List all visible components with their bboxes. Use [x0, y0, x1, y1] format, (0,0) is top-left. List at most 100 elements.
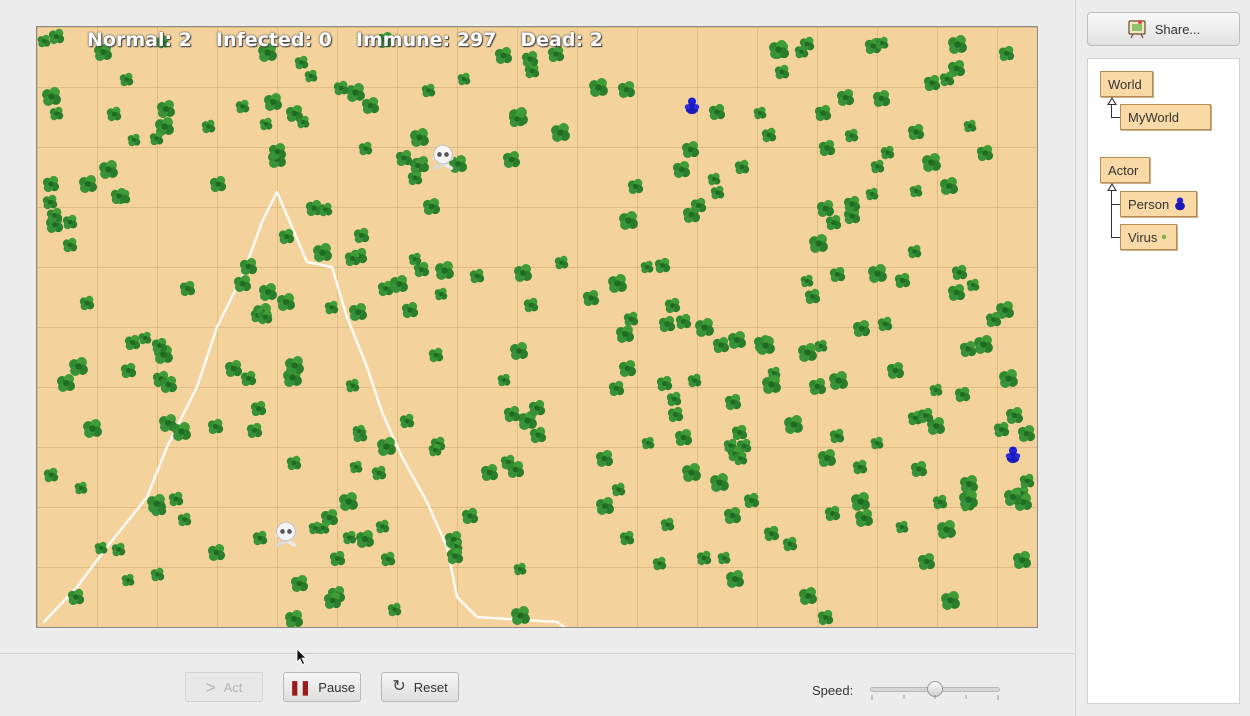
tree-icon: [258, 43, 277, 62]
tree-icon: [784, 415, 803, 434]
class-actor-label: Actor: [1108, 162, 1139, 178]
mouse-cursor-icon: [296, 648, 307, 666]
tree-icon: [57, 374, 75, 392]
tree-icon: [308, 521, 322, 535]
tree-icon: [909, 184, 923, 198]
tree-icon: [596, 497, 614, 515]
inherit-arrow-icon: [1107, 183, 1117, 191]
tree-icon: [264, 93, 282, 111]
reset-button-label: Reset: [413, 679, 448, 695]
tree-icon: [886, 361, 905, 380]
tree-icon: [717, 551, 731, 565]
world-canvas[interactable]: Normal: 2 Infected: 0 Immune: 297 Dead: …: [36, 26, 1038, 628]
tree-icon: [79, 295, 95, 311]
tree-icon: [390, 275, 408, 293]
tree-icon: [177, 512, 192, 527]
tree-icon: [947, 283, 966, 302]
tree-icon: [399, 413, 415, 429]
tree-icon: [829, 266, 846, 283]
tree-icon: [387, 602, 402, 617]
tree-icon: [510, 342, 528, 360]
tree-icon: [582, 289, 600, 307]
share-button[interactable]: Share...: [1087, 12, 1240, 46]
tree-icon: [410, 128, 429, 147]
tree-icon: [763, 525, 780, 542]
tree-icon: [960, 475, 978, 493]
tree-icon: [246, 422, 263, 439]
tree-icon: [818, 449, 836, 467]
tree-icon: [814, 104, 832, 122]
reset-button[interactable]: ↻ Reset: [381, 672, 459, 702]
tree-icon: [62, 237, 78, 253]
tree-icon: [124, 334, 141, 351]
tree-icon: [619, 530, 635, 546]
tree-icon: [49, 106, 64, 121]
tree-icon: [349, 303, 367, 321]
class-world-label: World: [1108, 76, 1142, 92]
tree-icon: [910, 460, 928, 478]
tree-icon: [843, 195, 861, 213]
tree-icon: [149, 131, 164, 146]
tree-icon: [664, 297, 681, 314]
tree-icon: [42, 87, 61, 106]
tree-icon: [323, 591, 342, 610]
tree-icon: [304, 69, 318, 83]
tree-icon: [529, 426, 547, 444]
tree-icon: [377, 437, 396, 456]
speed-slider[interactable]: [870, 680, 1000, 700]
tree-icon: [209, 175, 227, 193]
tree-icon: [1017, 424, 1036, 443]
tree-icon: [608, 380, 625, 397]
tree-icon: [875, 36, 889, 50]
tree-icon: [497, 373, 511, 387]
tree-icon: [829, 371, 848, 390]
tree-icon: [235, 99, 250, 114]
tree-icon: [94, 541, 108, 555]
tree-icon: [640, 260, 654, 274]
tree-icon: [147, 494, 166, 513]
tree-icon: [1005, 406, 1024, 425]
tree-icon: [528, 399, 546, 417]
tree-icon: [434, 287, 448, 301]
tree-icon: [868, 264, 887, 283]
tree-icon: [69, 357, 88, 376]
tree-icon: [619, 211, 638, 230]
tree-icon: [734, 159, 750, 175]
tree-icon: [974, 335, 993, 354]
tree-icon: [296, 115, 310, 129]
pause-button[interactable]: ❚❚ Pause: [283, 672, 361, 702]
tree-icon: [138, 331, 152, 345]
act-button[interactable]: > Act: [185, 672, 263, 702]
tree-line: [1111, 117, 1120, 118]
tree-icon: [666, 391, 682, 407]
tree-icon: [932, 494, 948, 510]
tree-icon: [342, 530, 357, 545]
tree-icon: [818, 139, 836, 157]
tree-icon: [617, 80, 636, 99]
tree-icon: [817, 609, 834, 626]
class-person[interactable]: Person: [1120, 191, 1197, 217]
class-myworld[interactable]: MyWorld: [1120, 104, 1211, 130]
tree-icon: [511, 606, 530, 625]
tree-icon: [724, 393, 742, 411]
tree-icon: [353, 227, 370, 244]
tree-icon: [728, 331, 746, 349]
class-actor[interactable]: Actor: [1100, 157, 1150, 183]
tree-icon: [769, 40, 788, 59]
tree-icon: [333, 80, 349, 96]
tree-icon: [798, 343, 817, 362]
tree-icon: [259, 117, 273, 131]
class-virus[interactable]: Virus: [1120, 224, 1177, 250]
tree-icon: [695, 318, 714, 337]
tree-icon: [356, 530, 374, 548]
tree-icon: [865, 187, 879, 201]
tree-icon: [774, 64, 790, 80]
tree-icon: [111, 542, 126, 557]
tree-icon: [250, 400, 267, 417]
tree-icon: [168, 491, 184, 507]
tree-icon: [937, 520, 956, 539]
class-world[interactable]: World: [1100, 71, 1153, 97]
tree-icon: [349, 460, 363, 474]
tree-icon: [344, 250, 361, 267]
tree-line: [1111, 191, 1112, 237]
